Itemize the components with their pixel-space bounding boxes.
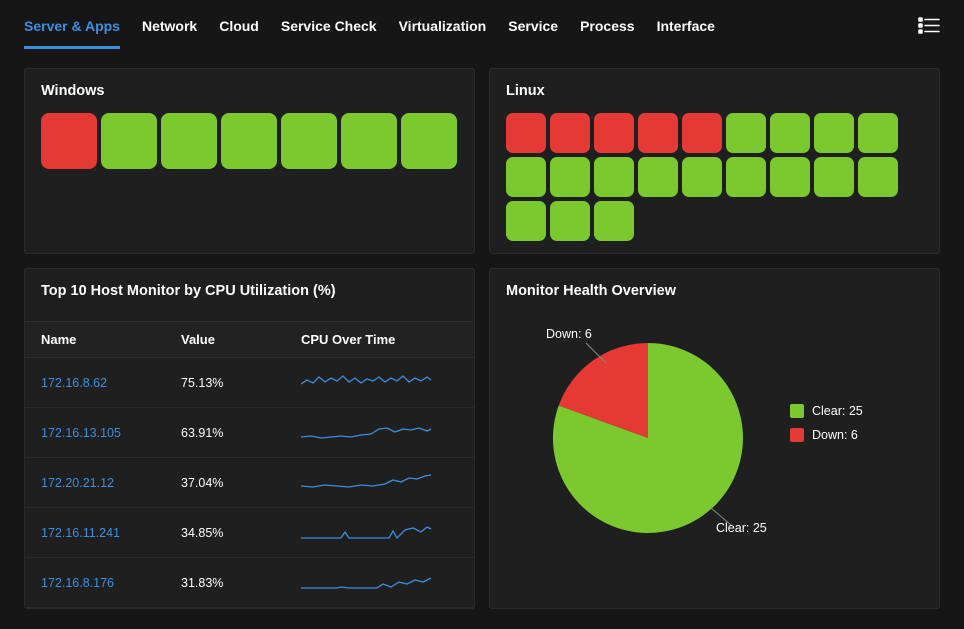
panel-title: Windows (41, 83, 458, 99)
pie-label-down: Down: 6 (546, 327, 592, 341)
host-link[interactable]: 172.16.13.105 (25, 408, 165, 458)
host-link[interactable]: 172.16.11.241 (25, 508, 165, 558)
host-tile[interactable] (41, 113, 97, 169)
legend-item[interactable]: Down: 6 (790, 428, 863, 442)
sparkline (285, 358, 474, 408)
tab-interface[interactable]: Interface (657, 4, 715, 49)
health-panel: Monitor Health Overview Down: 6 (489, 268, 940, 609)
sparkline (285, 458, 474, 508)
table-row: 172.16.13.10563.91% (25, 408, 474, 458)
windows-panel: Windows (24, 68, 475, 254)
tab-service[interactable]: Service (508, 4, 558, 49)
host-tile[interactable] (638, 113, 678, 153)
legend-swatch (790, 428, 804, 442)
host-value: 63.91% (165, 408, 285, 458)
host-tile[interactable] (281, 113, 337, 169)
tab-virtualization[interactable]: Virtualization (399, 4, 487, 49)
host-tile[interactable] (726, 157, 766, 197)
table-row: 172.20.21.1237.04% (25, 458, 474, 508)
tab-service-check[interactable]: Service Check (281, 4, 377, 49)
host-tile[interactable] (506, 113, 546, 153)
host-tile[interactable] (594, 157, 634, 197)
panel-title: Monitor Health Overview (506, 283, 923, 299)
host-tile[interactable] (341, 113, 397, 169)
host-tile[interactable] (594, 113, 634, 153)
host-tile[interactable] (770, 157, 810, 197)
sparkline (285, 508, 474, 558)
panel-title: Linux (506, 83, 923, 99)
health-pie-chart[interactable]: Down: 6 Clear: 25 (506, 313, 766, 543)
pie-label-clear: Clear: 25 (716, 521, 767, 535)
col-name: Name (25, 322, 165, 358)
host-link[interactable]: 172.16.8.176 (25, 558, 165, 608)
host-tile[interactable] (726, 113, 766, 153)
host-tile[interactable] (161, 113, 217, 169)
table-row: 172.16.8.6275.13% (25, 358, 474, 408)
host-tile[interactable] (638, 157, 678, 197)
host-tile[interactable] (594, 201, 634, 241)
tab-bar: Server & Apps Network Cloud Service Check Vi… (24, 0, 940, 52)
col-spark: CPU Over Time (285, 322, 474, 358)
host-value: 75.13% (165, 358, 285, 408)
host-tile[interactable] (550, 157, 590, 197)
tab-network[interactable]: Network (142, 4, 197, 49)
legend-swatch (790, 404, 804, 418)
sparkline (285, 558, 474, 608)
host-link[interactable]: 172.20.21.12 (25, 458, 165, 508)
host-tile[interactable] (682, 157, 722, 197)
host-link[interactable]: 172.16.8.62 (25, 358, 165, 408)
host-tile[interactable] (401, 113, 457, 169)
host-tile[interactable] (814, 157, 854, 197)
host-tile[interactable] (506, 157, 546, 197)
host-tile[interactable] (221, 113, 277, 169)
table-row: 172.16.8.17631.83% (25, 558, 474, 608)
host-value: 37.04% (165, 458, 285, 508)
host-tile[interactable] (101, 113, 157, 169)
legend-label: Down: 6 (812, 428, 858, 442)
table-row: 172.16.11.24134.85% (25, 508, 474, 558)
sparkline (285, 408, 474, 458)
host-tile[interactable] (814, 113, 854, 153)
host-tile[interactable] (682, 113, 722, 153)
col-value: Value (165, 322, 285, 358)
panel-title: Top 10 Host Monitor by CPU Utilization (… (25, 283, 474, 307)
list-view-icon[interactable] (918, 17, 940, 35)
tab-process[interactable]: Process (580, 4, 634, 49)
tab-cloud[interactable]: Cloud (219, 4, 259, 49)
host-tile[interactable] (858, 157, 898, 197)
linux-panel: Linux (489, 68, 940, 254)
host-tile[interactable] (858, 113, 898, 153)
tab-server-apps[interactable]: Server & Apps (24, 4, 120, 49)
host-tile[interactable] (770, 113, 810, 153)
host-tile[interactable] (550, 113, 590, 153)
cpu-table-panel: Top 10 Host Monitor by CPU Utilization (… (24, 268, 475, 609)
legend-item[interactable]: Clear: 25 (790, 404, 863, 418)
legend-label: Clear: 25 (812, 404, 863, 418)
host-value: 34.85% (165, 508, 285, 558)
host-value: 31.83% (165, 558, 285, 608)
host-tile[interactable] (506, 201, 546, 241)
host-tile[interactable] (550, 201, 590, 241)
